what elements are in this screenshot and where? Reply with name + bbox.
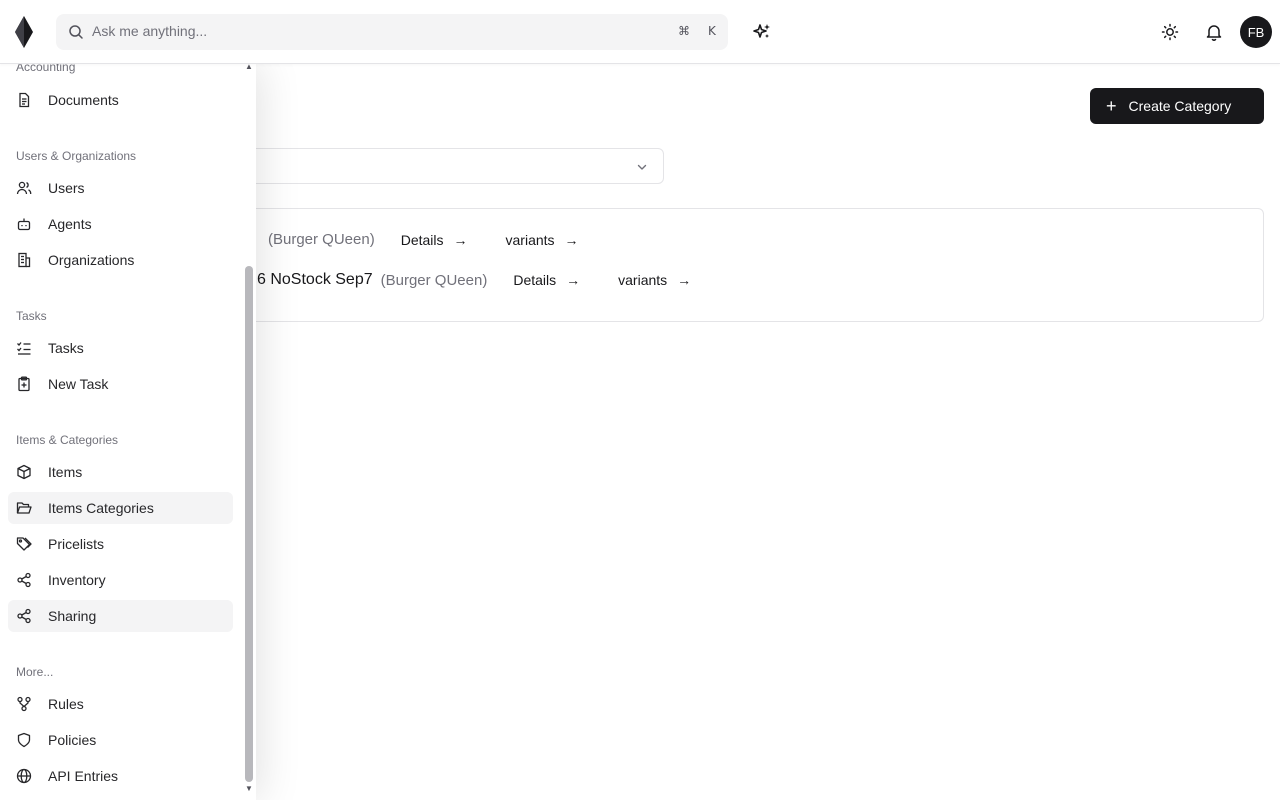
sidebar-item-users[interactable]: Users bbox=[8, 172, 233, 204]
group-label-tasks: Tasks bbox=[16, 309, 47, 323]
sidebar-item-label: Organizations bbox=[48, 252, 135, 268]
arrow-right-icon: → bbox=[564, 231, 579, 248]
sidebar-scrollbar[interactable]: ▲ ▼ bbox=[242, 62, 256, 800]
sidebar-item-pricelists[interactable]: Pricelists bbox=[8, 528, 233, 560]
logo-icon[interactable] bbox=[14, 16, 34, 48]
details-label: Details bbox=[400, 231, 444, 248]
tags-icon bbox=[16, 536, 32, 552]
sidebar-item-label: New Task bbox=[48, 376, 109, 392]
sidebar-item-items[interactable]: Items bbox=[8, 456, 233, 488]
scroll-down-icon[interactable]: ▼ bbox=[245, 784, 253, 793]
shortcut-cmd: ⌘ bbox=[678, 24, 690, 38]
scroll-up-icon[interactable]: ▲ bbox=[245, 62, 253, 71]
sidebar-item-sharing[interactable]: Sharing bbox=[8, 600, 233, 632]
sidebar-item-documents[interactable]: Documents bbox=[8, 84, 233, 116]
arrow-right-icon: → bbox=[453, 231, 468, 248]
bot-icon bbox=[16, 216, 32, 232]
details-label: Details bbox=[513, 272, 557, 288]
sidebar-item-label: Items Categories bbox=[48, 500, 154, 516]
sidebar-item-label: Policies bbox=[48, 732, 97, 748]
sidebar-item-inventory[interactable]: Inventory bbox=[8, 564, 233, 596]
share-icon bbox=[16, 608, 32, 624]
group-label-more: More... bbox=[16, 665, 54, 679]
workflow-icon bbox=[16, 696, 32, 712]
ai-sparkle-icon[interactable] bbox=[752, 22, 772, 42]
scrollbar-thumb[interactable] bbox=[245, 266, 253, 782]
list-item: 6 NoStock Sep7 (Burger QUeen) Details → v… bbox=[257, 271, 729, 289]
group-label-accounting: Accounting bbox=[16, 64, 76, 74]
search-bar[interactable]: Ask me anything... ⌘ K bbox=[56, 14, 728, 50]
sidebar-item-new-task[interactable]: New Task bbox=[8, 368, 233, 400]
theme-toggle-sun-icon[interactable] bbox=[1160, 22, 1180, 42]
sidebar-item-tasks[interactable]: Tasks bbox=[8, 332, 233, 364]
share-icon bbox=[16, 572, 32, 588]
create-category-label: Create Category bbox=[1128, 98, 1232, 114]
bell-icon[interactable] bbox=[1204, 22, 1224, 42]
sidebar-item-label: Tasks bbox=[48, 340, 84, 356]
shortcut-key: K bbox=[708, 24, 716, 38]
sidebar-item-label: API Entries bbox=[48, 768, 119, 784]
sidebar-item-label: Rules bbox=[48, 696, 84, 712]
group-label-items: Items & Categories bbox=[16, 433, 119, 447]
users-icon bbox=[16, 180, 32, 196]
arrow-right-icon: → bbox=[677, 272, 692, 288]
category-org: (Burger QUeen) bbox=[380, 271, 488, 289]
globe-icon bbox=[16, 768, 32, 784]
folder-open-icon bbox=[16, 500, 32, 516]
sidebar-item-organizations[interactable]: Organizations bbox=[8, 244, 233, 276]
sidebar: Accounting Documents Users & Organizatio… bbox=[0, 64, 256, 800]
list-checks-icon bbox=[16, 340, 32, 356]
search-input[interactable]: Ask me anything... bbox=[92, 23, 207, 39]
create-category-button[interactable]: + Create Category bbox=[1090, 88, 1264, 124]
variants-label: variants bbox=[618, 272, 668, 288]
sidebar-item-agents[interactable]: Agents bbox=[8, 208, 233, 240]
sidebar-item-policies[interactable]: Policies bbox=[8, 724, 233, 756]
user-avatar[interactable]: FB bbox=[1240, 16, 1272, 48]
variants-label: variants bbox=[505, 231, 555, 248]
sidebar-item-label: Inventory bbox=[48, 572, 106, 588]
sidebar-item-label: Pricelists bbox=[48, 536, 105, 552]
variants-link[interactable]: variants → bbox=[618, 272, 691, 288]
details-link[interactable]: Details → bbox=[401, 232, 468, 248]
sidebar-item-label: Documents bbox=[48, 92, 119, 108]
sidebar-item-label: Users bbox=[48, 180, 85, 196]
plus-icon: + bbox=[1106, 96, 1117, 116]
arrow-right-icon: → bbox=[566, 272, 581, 288]
chevron-down-icon bbox=[635, 160, 649, 174]
sidebar-item-label: Agents bbox=[48, 216, 92, 232]
details-link[interactable]: Details → bbox=[513, 272, 580, 288]
category-name: 6 NoStock Sep7 bbox=[257, 271, 373, 288]
package-icon bbox=[16, 464, 32, 480]
sidebar-item-label: Sharing bbox=[48, 608, 97, 624]
variants-link[interactable]: variants → bbox=[506, 232, 579, 248]
search-icon bbox=[68, 24, 84, 40]
shield-icon bbox=[16, 732, 32, 748]
filter-select[interactable] bbox=[240, 148, 664, 184]
sidebar-item-rules[interactable]: Rules bbox=[8, 688, 233, 720]
sidebar-item-api-entries[interactable]: API Entries bbox=[8, 760, 233, 792]
sidebar-item-items-categories[interactable]: Items Categories bbox=[8, 492, 233, 524]
top-bar: Ask me anything... ⌘ K FB bbox=[0, 0, 1280, 64]
group-label-users: Users & Organizations bbox=[16, 149, 137, 163]
category-org: (Burger QUeen) bbox=[268, 231, 375, 248]
building-icon bbox=[16, 252, 32, 268]
list-item: (Burger QUeen) Details → variants → bbox=[260, 231, 617, 248]
category-list: (Burger QUeen) Details → variants → 6 NoSt… bbox=[240, 208, 1264, 322]
sidebar-item-label: Items bbox=[48, 464, 83, 480]
document-icon bbox=[16, 92, 32, 108]
clipboard-plus-icon bbox=[16, 376, 32, 392]
